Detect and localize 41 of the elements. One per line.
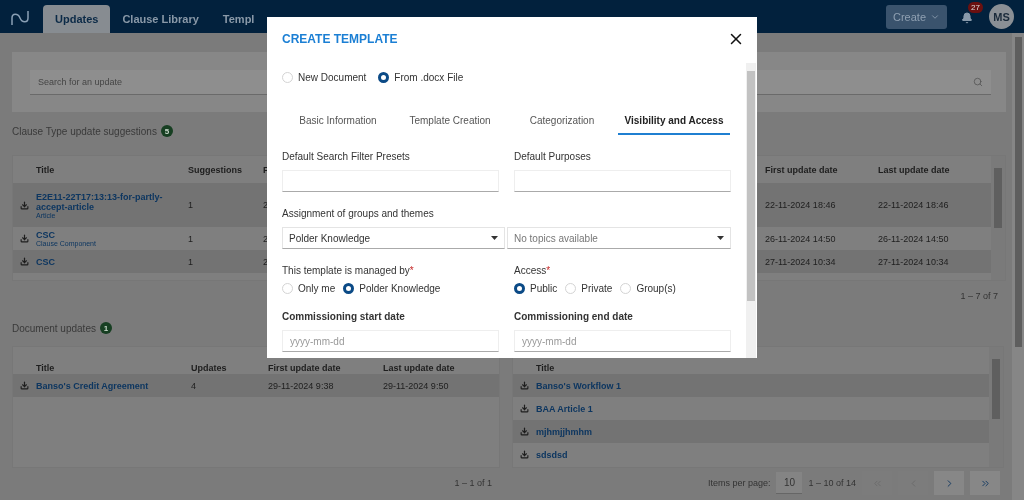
field-label: Default Purposes xyxy=(514,151,592,163)
range-label: 1 – 1 of 1 xyxy=(454,477,492,488)
range-label: 1 – 7 of 7 xyxy=(960,290,998,301)
column-header: Title xyxy=(536,363,555,373)
table-cell: 27-11-2024 10:34 xyxy=(765,256,836,267)
dialog-title: CREATE TEMPLATE xyxy=(282,31,398,46)
table-cell: 29-11-2024 9:50 xyxy=(383,380,449,391)
table-cell: 1 xyxy=(188,200,193,210)
column-header: Title xyxy=(36,363,55,373)
field-label: Commissioning start date xyxy=(282,311,406,323)
table-cell: 26-11-2024 14:50 xyxy=(878,233,949,244)
column-header: Last update date xyxy=(383,363,455,373)
column-header: First update date xyxy=(765,164,838,175)
table-cell: 2 xyxy=(263,233,268,244)
table-cell: 1 xyxy=(188,256,193,267)
table-cell: 2 xyxy=(263,200,268,210)
field-label: Access* xyxy=(514,265,552,277)
column-header: Title xyxy=(36,164,55,175)
field-label: Assignment of groups and themes xyxy=(282,208,435,220)
section-title: Clause Type update suggestions xyxy=(12,125,157,137)
items-per-page-label: Items per page: xyxy=(707,478,771,488)
column-header: First update date xyxy=(268,363,341,373)
column-header: Suggestions xyxy=(188,164,242,175)
notification-badge: 27 xyxy=(968,1,983,13)
count-badge: 5 xyxy=(160,125,173,137)
table-cell: 26-11-2024 14:50 xyxy=(765,233,836,244)
table-cell: 22-11-2024 18:46 xyxy=(878,200,949,210)
range-label: 1 – 10 of 14 xyxy=(808,478,856,488)
table-cell: 22-11-2024 18:46 xyxy=(765,200,836,210)
field-label: Commissioning end date xyxy=(514,311,634,323)
table-cell: 2 xyxy=(263,256,268,267)
field-label: Default Search Filter Presets xyxy=(282,151,411,163)
field-label: This template is managed by* xyxy=(282,265,415,277)
count-badge: 1 xyxy=(99,322,112,334)
table-cell: 4 xyxy=(191,380,196,391)
table-cell: 29-11-2024 9:38 xyxy=(268,380,334,391)
table-cell: 1 xyxy=(188,233,193,244)
table-cell: 27-11-2024 10:34 xyxy=(878,256,949,267)
column-header: Updates xyxy=(191,363,227,373)
column-header: Last update date xyxy=(878,164,950,175)
section-title: Document updates xyxy=(12,322,96,334)
